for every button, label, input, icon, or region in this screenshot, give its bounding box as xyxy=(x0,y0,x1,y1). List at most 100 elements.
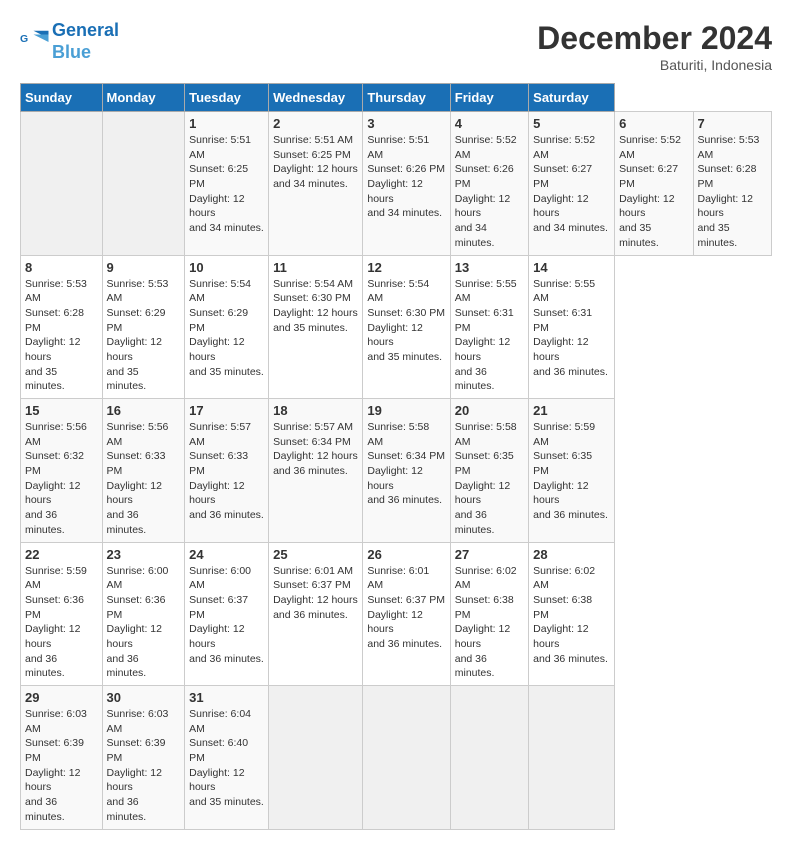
calendar-cell xyxy=(450,686,528,830)
calendar-cell: 28 Sunrise: 6:02 AMSunset: 6:38 PMDayligh… xyxy=(529,542,615,686)
day-number: 26 xyxy=(367,547,445,562)
day-info: Sunrise: 5:58 AMSunset: 6:35 PMDaylight:… xyxy=(455,420,524,538)
day-info: Sunrise: 5:56 AMSunset: 6:32 PMDaylight:… xyxy=(25,420,98,538)
day-number: 11 xyxy=(273,260,358,275)
calendar-cell: 30 Sunrise: 6:03 AMSunset: 6:39 PMDayligh… xyxy=(102,686,185,830)
day-number: 15 xyxy=(25,403,98,418)
calendar-cell xyxy=(529,686,615,830)
day-info: Sunrise: 6:01 AMSunset: 6:37 PMDaylight:… xyxy=(273,564,358,623)
calendar-cell: 3 Sunrise: 5:51 AMSunset: 6:26 PMDaylight… xyxy=(363,112,450,256)
day-number: 3 xyxy=(367,116,445,131)
calendar-cell: 17 Sunrise: 5:57 AMSunset: 6:33 PMDayligh… xyxy=(185,399,269,543)
header-tuesday: Tuesday xyxy=(185,84,269,112)
day-info: Sunrise: 5:52 AMSunset: 6:26 PMDaylight:… xyxy=(455,133,524,251)
day-info: Sunrise: 5:58 AMSunset: 6:34 PMDaylight:… xyxy=(367,420,445,508)
day-info: Sunrise: 5:57 AMSunset: 6:34 PMDaylight:… xyxy=(273,420,358,479)
page-header: G General Blue December 2024 Baturiti, I… xyxy=(20,20,772,73)
day-number: 25 xyxy=(273,547,358,562)
calendar-cell: 26 Sunrise: 6:01 AMSunset: 6:37 PMDayligh… xyxy=(363,542,450,686)
day-info: Sunrise: 5:59 AMSunset: 6:35 PMDaylight:… xyxy=(533,420,610,523)
day-info: Sunrise: 5:59 AMSunset: 6:36 PMDaylight:… xyxy=(25,564,98,682)
day-info: Sunrise: 5:53 AMSunset: 6:28 PMDaylight:… xyxy=(25,277,98,395)
day-info: Sunrise: 5:52 AMSunset: 6:27 PMDaylight:… xyxy=(619,133,688,251)
day-number: 10 xyxy=(189,260,264,275)
day-number: 18 xyxy=(273,403,358,418)
day-info: Sunrise: 5:55 AMSunset: 6:31 PMDaylight:… xyxy=(533,277,610,380)
day-number: 21 xyxy=(533,403,610,418)
day-number: 30 xyxy=(107,690,181,705)
day-number: 8 xyxy=(25,260,98,275)
calendar-cell: 23 Sunrise: 6:00 AMSunset: 6:36 PMDayligh… xyxy=(102,542,185,686)
month-title: December 2024 xyxy=(537,20,772,57)
day-number: 14 xyxy=(533,260,610,275)
header-thursday: Thursday xyxy=(363,84,450,112)
week-row-2: 15 Sunrise: 5:56 AMSunset: 6:32 PMDayligh… xyxy=(21,399,772,543)
day-info: Sunrise: 5:51 AMSunset: 6:25 PMDaylight:… xyxy=(189,133,264,236)
day-info: Sunrise: 5:54 AMSunset: 6:30 PMDaylight:… xyxy=(367,277,445,365)
day-info: Sunrise: 6:02 AMSunset: 6:38 PMDaylight:… xyxy=(533,564,610,667)
day-info: Sunrise: 5:54 AMSunset: 6:30 PMDaylight:… xyxy=(273,277,358,336)
title-block: December 2024 Baturiti, Indonesia xyxy=(537,20,772,73)
day-number: 28 xyxy=(533,547,610,562)
calendar-cell: 27 Sunrise: 6:02 AMSunset: 6:38 PMDayligh… xyxy=(450,542,528,686)
day-number: 1 xyxy=(189,116,264,131)
day-number: 17 xyxy=(189,403,264,418)
calendar-cell: 8 Sunrise: 5:53 AMSunset: 6:28 PMDaylight… xyxy=(21,255,103,399)
calendar-cell: 11 Sunrise: 5:54 AMSunset: 6:30 PMDayligh… xyxy=(269,255,363,399)
day-number: 4 xyxy=(455,116,524,131)
day-info: Sunrise: 5:53 AMSunset: 6:29 PMDaylight:… xyxy=(107,277,181,395)
calendar-cell: 13 Sunrise: 5:55 AMSunset: 6:31 PMDayligh… xyxy=(450,255,528,399)
day-number: 24 xyxy=(189,547,264,562)
week-row-3: 22Sunrise: 5:59 AMSunset: 6:36 PMDayligh… xyxy=(21,542,772,686)
day-number: 27 xyxy=(455,547,524,562)
week-row-0: 1 Sunrise: 5:51 AMSunset: 6:25 PMDaylight… xyxy=(21,112,772,256)
day-info: Sunrise: 5:57 AMSunset: 6:33 PMDaylight:… xyxy=(189,420,264,523)
calendar-cell: 9 Sunrise: 5:53 AMSunset: 6:29 PMDaylight… xyxy=(102,255,185,399)
calendar-cell: 4 Sunrise: 5:52 AMSunset: 6:26 PMDaylight… xyxy=(450,112,528,256)
week-row-4: 29 Sunrise: 6:03 AMSunset: 6:39 PMDayligh… xyxy=(21,686,772,830)
day-number: 16 xyxy=(107,403,181,418)
calendar-cell: 15 Sunrise: 5:56 AMSunset: 6:32 PMDayligh… xyxy=(21,399,103,543)
header-wednesday: Wednesday xyxy=(269,84,363,112)
svg-text:G: G xyxy=(20,33,28,45)
day-info: Sunrise: 6:00 AMSunset: 6:37 PMDaylight:… xyxy=(189,564,264,667)
day-number: 20 xyxy=(455,403,524,418)
header-saturday: Saturday xyxy=(529,84,615,112)
day-number: 5 xyxy=(533,116,610,131)
calendar-cell: 18 Sunrise: 5:57 AMSunset: 6:34 PMDayligh… xyxy=(269,399,363,543)
day-info: Sunrise: 6:01 AMSunset: 6:37 PMDaylight:… xyxy=(367,564,445,652)
calendar-cell: 25 Sunrise: 6:01 AMSunset: 6:37 PMDayligh… xyxy=(269,542,363,686)
calendar-cell: 20 Sunrise: 5:58 AMSunset: 6:35 PMDayligh… xyxy=(450,399,528,543)
week-row-1: 8 Sunrise: 5:53 AMSunset: 6:28 PMDaylight… xyxy=(21,255,772,399)
day-number: 13 xyxy=(455,260,524,275)
day-number: 23 xyxy=(107,547,181,562)
calendar-cell: 19Sunrise: 5:58 AMSunset: 6:34 PMDayligh… xyxy=(363,399,450,543)
header-monday: Monday xyxy=(102,84,185,112)
day-info: Sunrise: 5:56 AMSunset: 6:33 PMDaylight:… xyxy=(107,420,181,538)
day-info: Sunrise: 5:51 AMSunset: 6:25 PMDaylight:… xyxy=(273,133,358,192)
calendar-cell: 6Sunrise: 5:52 AMSunset: 6:27 PMDaylight… xyxy=(615,112,693,256)
day-number: 2 xyxy=(273,116,358,131)
calendar-cell: 12Sunrise: 5:54 AMSunset: 6:30 PMDayligh… xyxy=(363,255,450,399)
calendar-cell: 10Sunrise: 5:54 AMSunset: 6:29 PMDayligh… xyxy=(185,255,269,399)
header-sunday: Sunday xyxy=(21,84,103,112)
day-number: 7 xyxy=(698,116,768,131)
day-info: Sunrise: 6:03 AMSunset: 6:39 PMDaylight:… xyxy=(107,707,181,825)
logo-icon: G xyxy=(20,27,50,57)
header-row: SundayMondayTuesdayWednesdayThursdayFrid… xyxy=(21,84,772,112)
calendar-cell: 24 Sunrise: 6:00 AMSunset: 6:37 PMDayligh… xyxy=(185,542,269,686)
calendar-cell xyxy=(269,686,363,830)
calendar-table: SundayMondayTuesdayWednesdayThursdayFrid… xyxy=(20,83,772,830)
header-friday: Friday xyxy=(450,84,528,112)
calendar-cell xyxy=(102,112,185,256)
calendar-cell: 14 Sunrise: 5:55 AMSunset: 6:31 PMDayligh… xyxy=(529,255,615,399)
day-info: Sunrise: 5:55 AMSunset: 6:31 PMDaylight:… xyxy=(455,277,524,395)
day-number: 9 xyxy=(107,260,181,275)
day-info: Sunrise: 6:02 AMSunset: 6:38 PMDaylight:… xyxy=(455,564,524,682)
calendar-cell: 21 Sunrise: 5:59 AMSunset: 6:35 PMDayligh… xyxy=(529,399,615,543)
calendar-cell: 31Sunrise: 6:04 AMSunset: 6:40 PMDayligh… xyxy=(185,686,269,830)
day-number: 29 xyxy=(25,690,98,705)
calendar-cell: 16 Sunrise: 5:56 AMSunset: 6:33 PMDayligh… xyxy=(102,399,185,543)
day-info: Sunrise: 6:00 AMSunset: 6:36 PMDaylight:… xyxy=(107,564,181,682)
day-info: Sunrise: 5:51 AMSunset: 6:26 PMDaylight:… xyxy=(367,133,445,221)
